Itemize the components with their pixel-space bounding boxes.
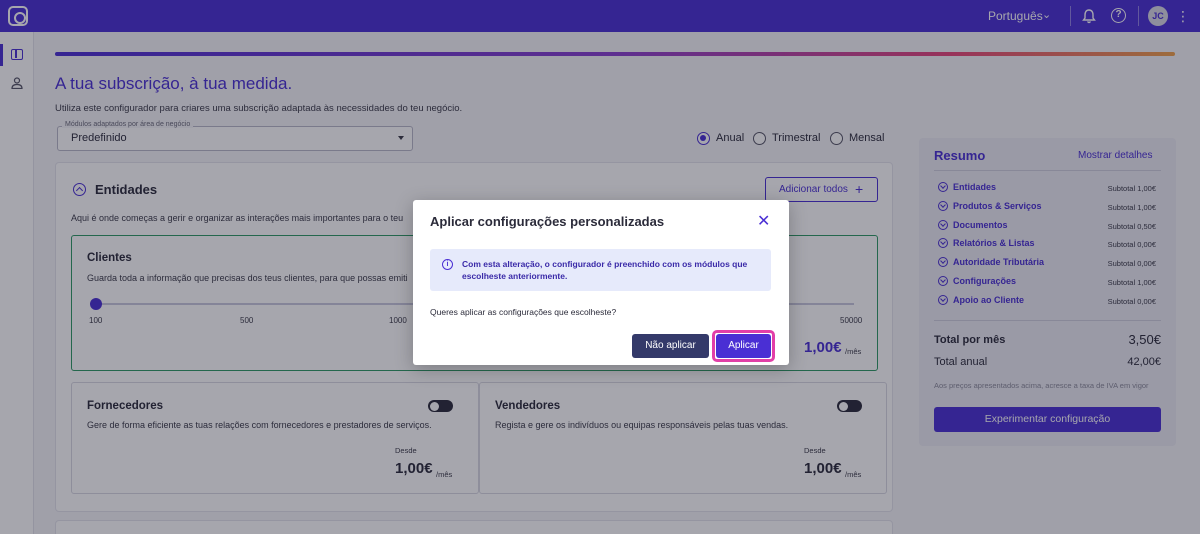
info-text: Com esta alteração, o configurador é pre…	[462, 259, 748, 281]
dont-apply-button[interactable]: Não aplicar	[632, 334, 709, 358]
dialog-title: Aplicar configurações personalizadas	[430, 214, 665, 229]
close-icon[interactable]: ✕	[757, 214, 770, 230]
apply-button[interactable]: Aplicar	[716, 334, 771, 358]
info-icon: i	[442, 259, 453, 270]
dialog-question: Queres aplicar as configurações que esco…	[430, 307, 617, 317]
